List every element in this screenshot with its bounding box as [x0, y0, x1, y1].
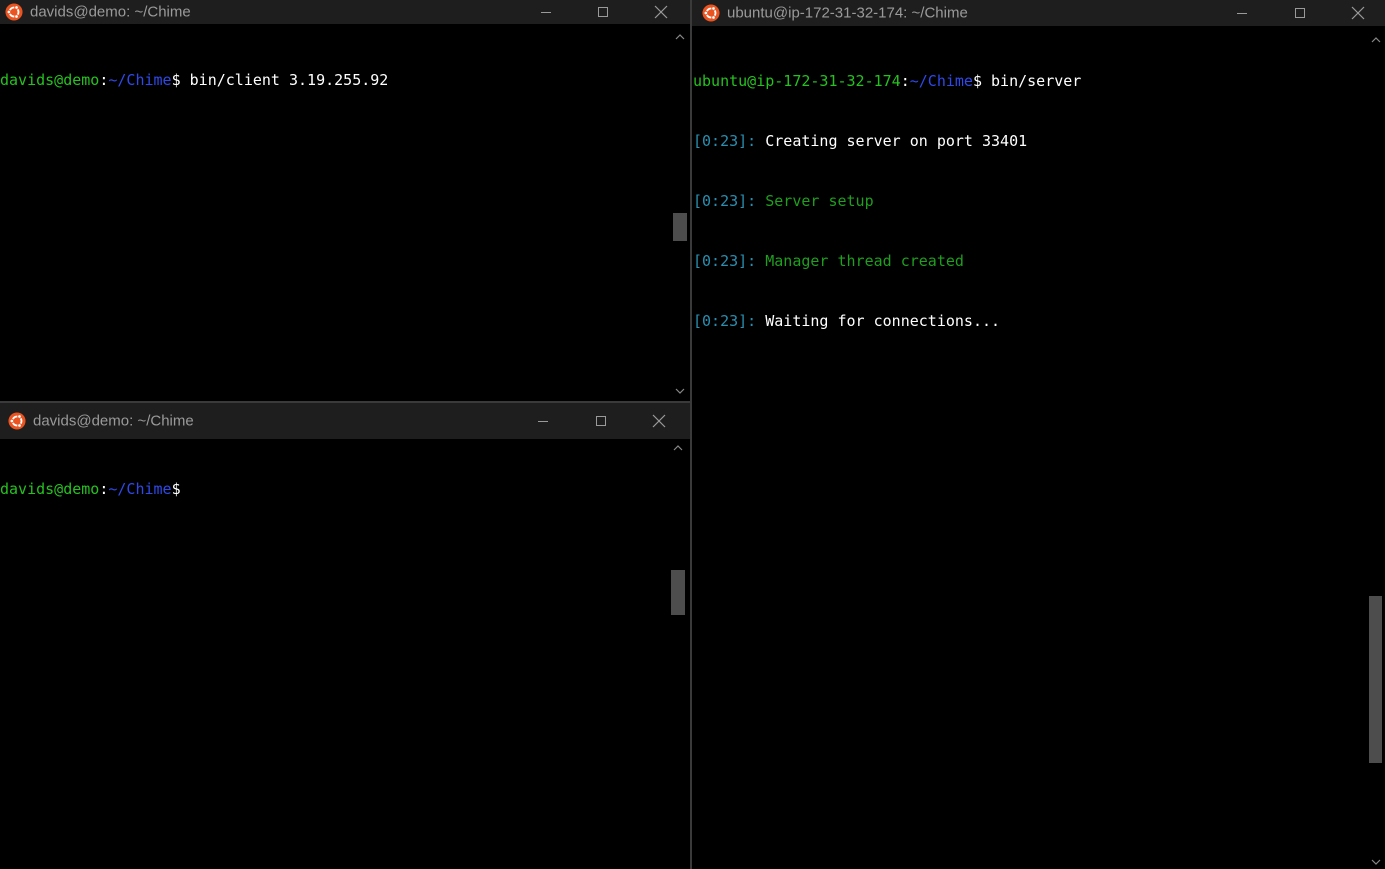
- prompt-line: ubuntu@ip-172-31-32-174:~/Chime$ bin/ser…: [693, 71, 1365, 91]
- chevron-up-icon: [1371, 37, 1380, 43]
- prompt-dollar: $: [972, 72, 982, 90]
- scroll-down-button[interactable]: [670, 384, 690, 398]
- prompt-dollar: $: [171, 71, 181, 89]
- vertical-scrollbar[interactable]: [1366, 31, 1385, 869]
- minimize-button[interactable]: [517, 0, 575, 24]
- client-titlebar[interactable]: davids@demo: ~/Chime: [0, 0, 690, 24]
- vertical-scrollbar[interactable]: [668, 439, 688, 869]
- log-timestamp: [0:23]:: [693, 252, 757, 270]
- scrollbar-thumb[interactable]: [1369, 596, 1382, 763]
- terminal-content[interactable]: davids@demo:~/Chime$: [0, 439, 668, 869]
- chevron-up-icon: [675, 34, 685, 40]
- window-title: davids@demo: ~/Chime: [33, 412, 194, 430]
- scrollbar-thumb[interactable]: [671, 570, 685, 615]
- prompt-user: ubuntu@ip-172-31-32-174: [693, 72, 901, 90]
- log-message: Manager thread created: [756, 252, 964, 270]
- close-button[interactable]: [630, 403, 688, 439]
- scroll-up-button[interactable]: [668, 441, 688, 455]
- close-icon: [654, 5, 668, 19]
- client-terminal-window[interactable]: davids@demo: ~/Chime davids@demo:~/Chime…: [0, 0, 690, 400]
- chevron-down-icon: [675, 388, 685, 394]
- prompt-user: davids@demo: [0, 71, 100, 89]
- minimize-icon: [541, 12, 551, 13]
- ubuntu-logo-icon: [5, 3, 23, 21]
- log-timestamp: [0:23]:: [693, 192, 757, 210]
- window-title: davids@demo: ~/Chime: [30, 3, 191, 21]
- minimize-icon: [1237, 13, 1247, 14]
- close-icon: [1351, 6, 1365, 20]
- scroll-up-button[interactable]: [670, 30, 690, 44]
- terminal-content[interactable]: ubuntu@ip-172-31-32-174:~/Chime$ bin/ser…: [693, 31, 1365, 869]
- chevron-up-icon: [673, 445, 683, 451]
- log-message: Creating server on port 33401: [756, 132, 1028, 150]
- shell-terminal-window[interactable]: davids@demo: ~/Chime davids@demo:~/Chime…: [0, 403, 690, 869]
- minimize-button[interactable]: [514, 403, 572, 439]
- scrollbar-thumb[interactable]: [673, 213, 687, 241]
- maximize-button[interactable]: [1271, 0, 1329, 26]
- maximize-button[interactable]: [574, 0, 632, 24]
- minimize-button[interactable]: [1213, 0, 1271, 26]
- command-text: bin/client 3.19.255.92: [180, 71, 389, 89]
- minimize-icon: [538, 421, 548, 422]
- window-title: ubuntu@ip-172-31-32-174: ~/Chime: [727, 4, 968, 22]
- log-message: Waiting for connections...: [756, 312, 1001, 330]
- vertical-scrollbar[interactable]: [670, 30, 690, 400]
- log-timestamp: [0:23]:: [693, 312, 757, 330]
- maximize-icon: [596, 416, 606, 426]
- maximize-button[interactable]: [572, 403, 630, 439]
- close-button[interactable]: [632, 0, 690, 24]
- ubuntu-logo-icon: [702, 4, 720, 22]
- shell-titlebar[interactable]: davids@demo: ~/Chime: [0, 403, 690, 439]
- prompt-line: davids@demo:~/Chime$ bin/client 3.19.255…: [0, 70, 670, 90]
- ubuntu-logo-icon: [8, 412, 26, 430]
- scroll-up-button[interactable]: [1366, 33, 1385, 47]
- maximize-icon: [598, 7, 608, 17]
- chevron-down-icon: [1371, 859, 1380, 865]
- close-button[interactable]: [1329, 0, 1385, 26]
- command-text: bin/server: [982, 72, 1082, 90]
- prompt-separator: :: [900, 72, 910, 90]
- log-timestamp: [0:23]:: [693, 132, 757, 150]
- prompt-line: davids@demo:~/Chime$: [0, 479, 668, 499]
- server-terminal-window[interactable]: ubuntu@ip-172-31-32-174: ~/Chime ubuntu@…: [692, 0, 1385, 869]
- prompt-user: davids@demo: [0, 480, 100, 498]
- prompt-dollar: $: [171, 480, 181, 498]
- scroll-down-button[interactable]: [1366, 855, 1385, 869]
- prompt-path: ~/Chime: [108, 480, 172, 498]
- maximize-icon: [1295, 8, 1305, 18]
- prompt-path: ~/Chime: [909, 72, 973, 90]
- close-icon: [652, 414, 666, 428]
- prompt-path: ~/Chime: [108, 71, 172, 89]
- log-message: Server setup: [756, 192, 874, 210]
- server-titlebar[interactable]: ubuntu@ip-172-31-32-174: ~/Chime: [692, 0, 1385, 26]
- terminal-content[interactable]: davids@demo:~/Chime$ bin/client 3.19.255…: [0, 30, 670, 400]
- log-line: [0:23]: Server setup: [693, 191, 1365, 211]
- log-line: [0:23]: Creating server on port 33401: [693, 131, 1365, 151]
- log-line: [0:23]: Manager thread created: [693, 251, 1365, 271]
- log-line: [0:23]: Waiting for connections...: [693, 311, 1365, 331]
